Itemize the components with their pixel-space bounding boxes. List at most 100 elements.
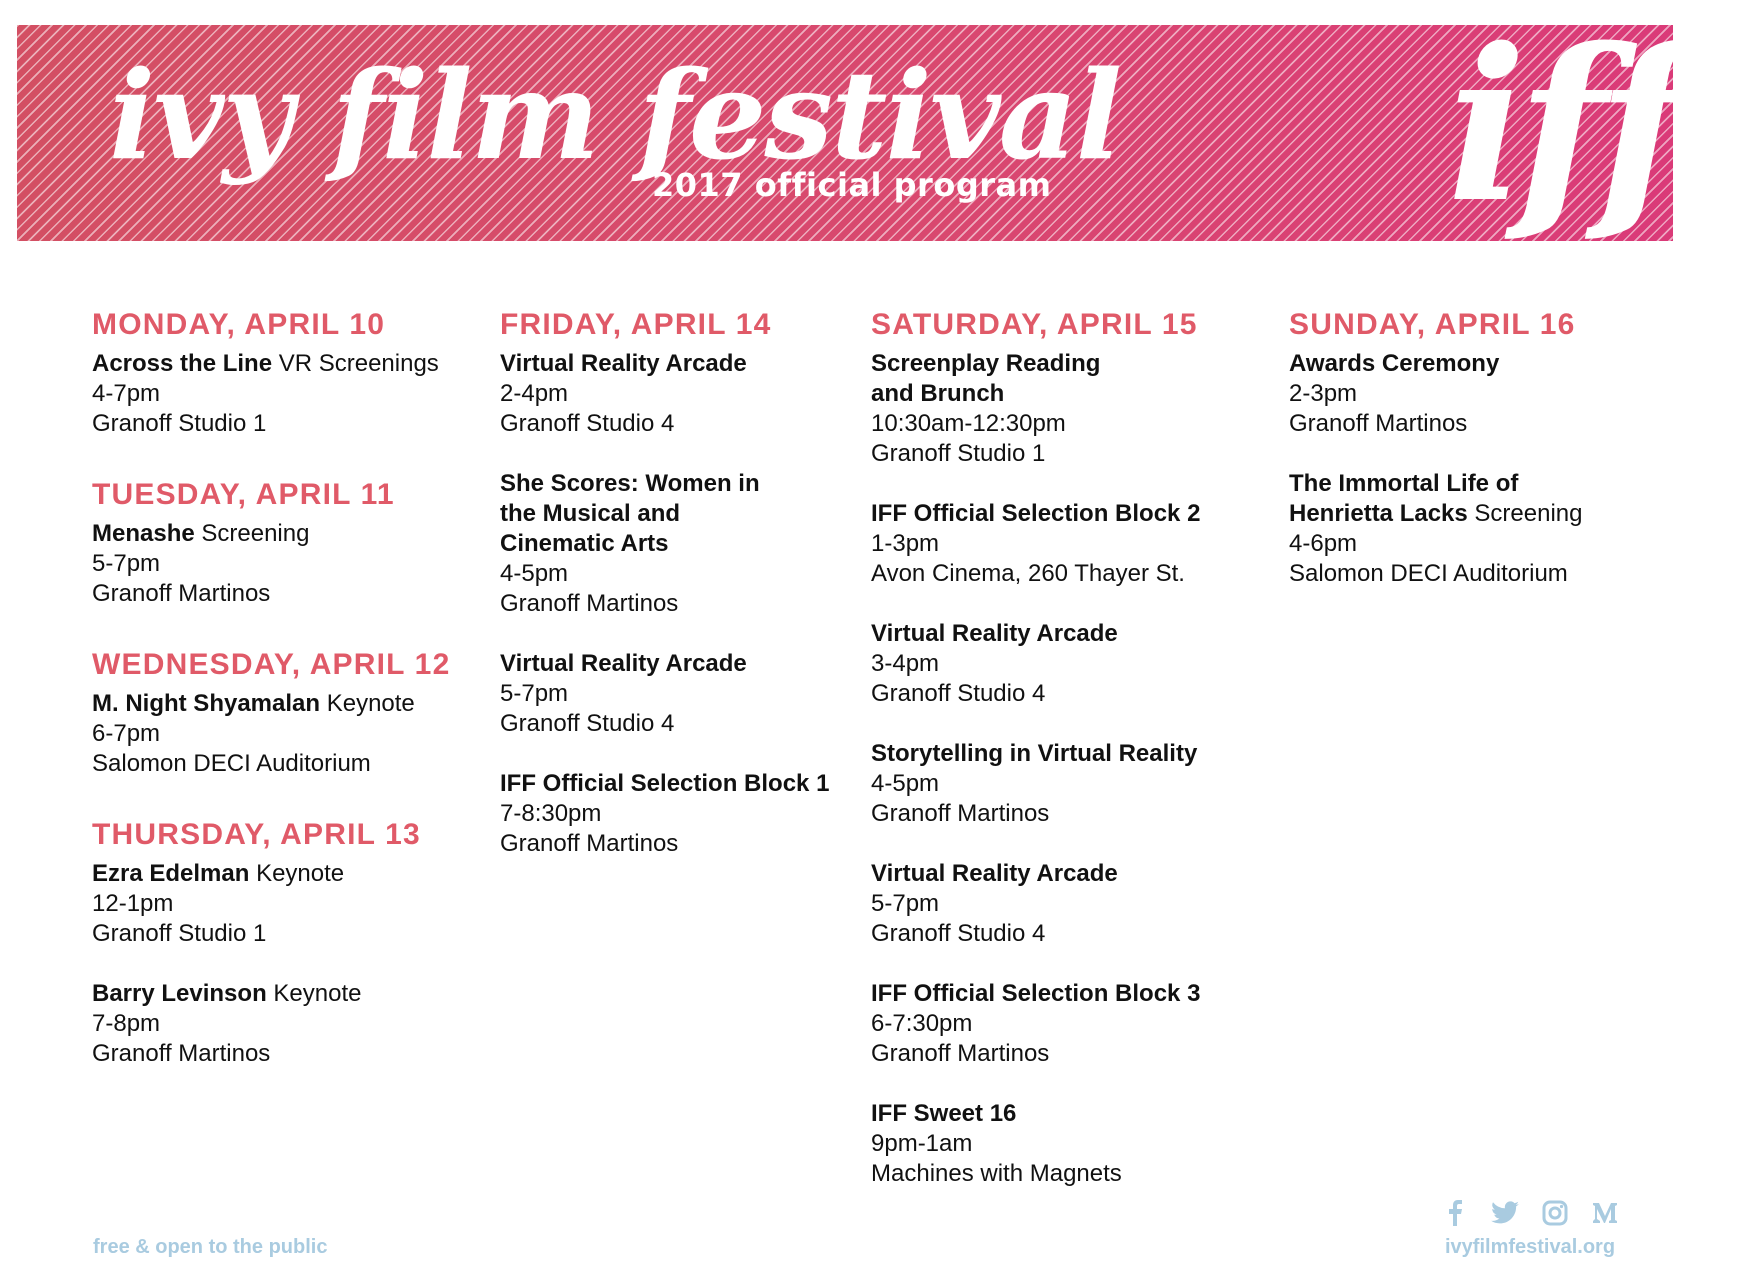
event-title-line: Virtual Reality Arcade	[871, 619, 1271, 649]
event-time: 4-7pm	[92, 380, 161, 407]
event-location: Granoff Martinos	[500, 590, 679, 617]
day-section: TUESDAY, APRIL 11 Menashe Screening 5-7pm G…	[92, 477, 482, 609]
event-item: Virtual Reality Arcade 5-7pm Granoff Studi…	[871, 859, 1271, 949]
event-title-line: Ezra Edelman Keynote	[92, 859, 482, 889]
event-title-line: Screenplay Reading	[871, 349, 1271, 379]
event-title: IFF Official Selection Block 1	[500, 770, 830, 797]
event-title-line: Virtual Reality Arcade	[500, 349, 870, 379]
header-banner: ivy film festival 2017 official program …	[17, 11, 1687, 241]
event-location: Granoff Martinos	[1289, 410, 1468, 437]
event-title: Barry Levinson	[92, 980, 267, 1007]
day-heading: MONDAY, APRIL 10	[92, 308, 386, 341]
event-title: IFF Official Selection Block 3	[871, 980, 1201, 1007]
event-time: 10:30am-12:30pm	[871, 410, 1066, 437]
instagram-icon[interactable]	[1540, 1198, 1570, 1228]
free-open-tagline: free & open to the public	[93, 1236, 328, 1258]
event-title: Storytelling in Virtual Reality	[871, 740, 1198, 767]
event-type: Keynote	[320, 690, 415, 717]
event-location: Granoff Studio 4	[500, 410, 675, 437]
day-heading: WEDNESDAY, APRIL 12	[92, 648, 451, 681]
event-location: Granoff Martinos	[871, 1040, 1050, 1067]
event-title: Awards Ceremony	[1289, 350, 1500, 377]
event-title-line: Barry Levinson Keynote	[92, 979, 482, 1009]
event-title-line: the Musical and	[500, 499, 870, 529]
facebook-icon[interactable]	[1440, 1198, 1470, 1228]
day-section: SATURDAY, APRIL 15 Screenplay Reading and …	[871, 307, 1271, 1189]
day-heading: THURSDAY, APRIL 13	[92, 818, 421, 851]
event-location: Granoff Studio 1	[871, 440, 1046, 467]
day-heading: FRIDAY, APRIL 14	[500, 308, 772, 341]
twitter-icon[interactable]	[1490, 1198, 1520, 1228]
event-time: 3-4pm	[871, 650, 940, 677]
event-type: Keynote	[266, 980, 362, 1007]
website-link[interactable]: ivyfilmfestival.org	[1445, 1235, 1615, 1259]
event-item: IFF Official Selection Block 1 7-8:30pm Gr…	[500, 769, 870, 859]
event-title-line: She Scores: Women in	[500, 469, 870, 499]
event-item: Virtual Reality Arcade 5-7pm Granoff Studi…	[500, 649, 870, 739]
event-location: Granoff Studio 1	[92, 920, 267, 947]
event-item: IFF Official Selection Block 2 1-3pm Avon …	[871, 499, 1271, 589]
day-section: THURSDAY, APRIL 13 Ezra Edelman Keynote 12…	[92, 817, 482, 1069]
event-item: She Scores: Women in the Musical and Cinem…	[500, 469, 870, 619]
schedule-column-1: MONDAY, APRIL 10 Across the Line VR Scree…	[92, 307, 482, 1107]
event-item: Virtual Reality Arcade 2-4pm Granoff Studi…	[500, 349, 870, 439]
event-title-line: The Immortal Life of	[1289, 469, 1689, 499]
day-heading: SATURDAY, APRIL 15	[871, 308, 1198, 341]
event-item: Awards Ceremony 2-3pm Granoff Martinos	[1289, 349, 1689, 439]
event-item: Screenplay Reading and Brunch 10:30am-12:3…	[871, 349, 1271, 469]
event-time: 2-4pm	[500, 380, 569, 407]
event-title-line: Virtual Reality Arcade	[871, 859, 1271, 889]
event-title: Ezra Edelman	[92, 860, 250, 887]
event-item: IFF Sweet 16 9pm-1am Machines with Magnets	[871, 1099, 1271, 1189]
event-item: Barry Levinson Keynote 7-8pm Granoff Marti…	[92, 979, 482, 1069]
event-location: Granoff Martinos	[871, 800, 1050, 827]
event-time: 12-1pm	[92, 890, 174, 917]
event-title: Virtual Reality Arcade	[500, 350, 747, 377]
event-location: Salomon DECI Auditorium	[92, 750, 371, 777]
event-item: Menashe Screening 5-7pm Granoff Martinos	[92, 519, 482, 609]
schedule-column-4: SUNDAY, APRIL 16 Awards Ceremony 2-3pm Gran…	[1289, 307, 1689, 619]
event-title-line: IFF Official Selection Block 2	[871, 499, 1271, 529]
event-title-line: and Brunch	[871, 379, 1271, 409]
event-title: Virtual Reality Arcade	[871, 860, 1118, 887]
event-location: Granoff Martinos	[92, 580, 271, 607]
day-section: SUNDAY, APRIL 16 Awards Ceremony 2-3pm Gran…	[1289, 307, 1689, 589]
event-type: VR Screenings	[272, 350, 439, 377]
event-item: The Immortal Life of Henrietta Lacks Scre…	[1289, 469, 1689, 589]
event-location: Machines with Magnets	[871, 1160, 1122, 1187]
event-title-line: Virtual Reality Arcade	[500, 649, 870, 679]
event-title-line: IFF Official Selection Block 3	[871, 979, 1271, 1009]
event-time: 9pm-1am	[871, 1130, 973, 1157]
event-location: Granoff Martinos	[500, 830, 679, 857]
event-location: Avon Cinema, 260 Thayer St.	[871, 560, 1185, 587]
event-item: Virtual Reality Arcade 3-4pm Granoff Studi…	[871, 619, 1271, 709]
event-location: Granoff Studio 1	[92, 410, 267, 437]
event-type: Screening	[1467, 500, 1583, 527]
event-location: Granoff Studio 4	[871, 920, 1046, 947]
event-title: Across the Line	[92, 350, 273, 377]
schedule-column-3: SATURDAY, APRIL 15 Screenplay Reading and …	[871, 307, 1271, 1219]
event-location: Salomon DECI Auditorium	[1289, 560, 1568, 587]
event-title: IFF Official Selection Block 2	[871, 500, 1201, 527]
event-time: 7-8pm	[92, 1010, 161, 1037]
event-item: Storytelling in Virtual Reality 4-5pm Gran…	[871, 739, 1271, 829]
medium-icon[interactable]	[1590, 1198, 1620, 1228]
event-time: 4-5pm	[871, 770, 940, 797]
event-time: 6-7:30pm	[871, 1010, 973, 1037]
event-item: M. Night Shyamalan Keynote 6-7pm Salomon D…	[92, 689, 482, 779]
event-time: 5-7pm	[871, 890, 940, 917]
event-time: 4-5pm	[500, 560, 569, 587]
event-time: 6-7pm	[92, 720, 161, 747]
event-location: Granoff Studio 4	[871, 680, 1046, 707]
iff-monogram-logo: iff	[1447, 2, 1687, 249]
event-time: 7-8:30pm	[500, 800, 602, 827]
event-title: She Scores: Women in	[500, 470, 760, 497]
day-heading: TUESDAY, APRIL 11	[92, 478, 395, 511]
event-title: Cinematic Arts	[500, 530, 669, 557]
event-title: Screenplay Reading	[871, 350, 1101, 377]
event-title: The Immortal Life of	[1289, 470, 1519, 497]
event-title-line: Menashe Screening	[92, 519, 482, 549]
event-time: 5-7pm	[92, 550, 161, 577]
event-title: Henrietta Lacks	[1289, 500, 1468, 527]
event-item: Across the Line VR Screenings 4-7pm Granof…	[92, 349, 482, 439]
